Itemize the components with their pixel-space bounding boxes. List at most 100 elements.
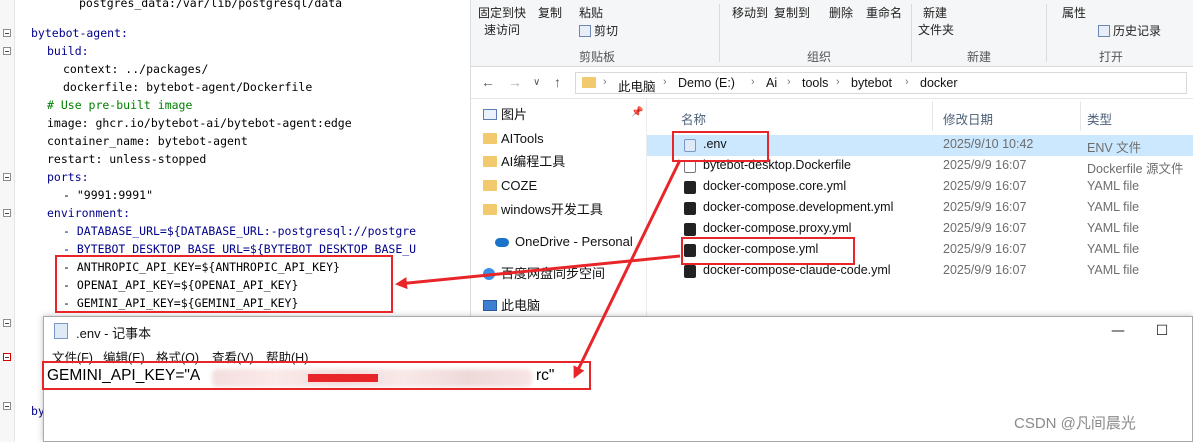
file-name: docker-compose.development.yml <box>703 200 894 214</box>
copy-to-button[interactable]: 复制到 <box>774 4 810 21</box>
menu-format[interactable]: 格式(O) <box>156 347 199 366</box>
properties-button[interactable]: 属性 <box>1062 4 1086 21</box>
fold-toggle-icon[interactable] <box>3 353 11 361</box>
maximize-button[interactable]: ☐ <box>1140 319 1184 343</box>
file-row[interactable]: docker-compose.core.yml 2025/9/9 16:07 Y… <box>647 177 1193 198</box>
fold-toggle-icon[interactable] <box>3 319 11 327</box>
menu-view[interactable]: 查看(V) <box>212 347 254 366</box>
env-file-icon <box>684 139 696 152</box>
menu-help[interactable]: 帮助(H) <box>266 347 308 366</box>
nav-item-ai-tools-cn[interactable]: AI编程工具 <box>483 152 565 172</box>
editor-gutter <box>0 0 15 442</box>
notepad-title-bar[interactable]: .env - 记事本 — ☐ <box>44 317 1192 345</box>
code-line: build: <box>47 44 89 58</box>
pin-quick-access-button[interactable]: 固定到快 <box>478 4 526 21</box>
address-bar: ← → ∨ ↑ › 此电脑 › Demo (E:) › Ai › tools ›… <box>471 68 1193 99</box>
column-divider[interactable] <box>1080 101 1081 131</box>
file-row[interactable]: bytebot-desktop.Dockerfile 2025/9/9 16:0… <box>647 156 1193 177</box>
file-date: 2025/9/9 16:07 <box>943 200 1027 214</box>
code-line: - BYTEBOT_DESKTOP_BASE_URL=${BYTEBOT_DES… <box>63 242 417 256</box>
code-comment: # Use pre-built image <box>47 98 193 112</box>
file-type: ENV 文件 <box>1087 141 1142 155</box>
file-date: 2025/9/9 16:07 <box>943 263 1027 277</box>
fold-toggle-icon[interactable] <box>3 47 11 55</box>
yaml-file-icon <box>684 223 696 236</box>
file-row[interactable]: docker-compose.proxy.yml 2025/9/9 16:07 … <box>647 219 1193 240</box>
breadcrumb-item[interactable]: bytebot <box>851 76 892 90</box>
pictures-icon <box>483 109 497 120</box>
copy-button[interactable]: 复制 <box>538 4 562 21</box>
window-title: .env - 记事本 <box>76 326 152 341</box>
onedrive-icon <box>495 238 509 247</box>
code-line: container_name: bytebot-agent <box>47 134 248 148</box>
text-area[interactable]: GEMINI_API_KEY="A <box>47 367 200 385</box>
code-line: environment: <box>47 206 131 220</box>
breadcrumb-separator-icon[interactable]: › <box>663 76 667 88</box>
fold-toggle-icon[interactable] <box>3 173 11 181</box>
breadcrumb-separator-icon[interactable]: › <box>836 76 840 88</box>
breadcrumb-item[interactable]: Demo (E:) <box>678 76 735 90</box>
breadcrumb-item[interactable]: tools <box>802 76 828 90</box>
code-line: image: ghcr.io/bytebot-ai/bytebot-agent:… <box>47 116 352 130</box>
file-type: YAML file <box>1087 179 1140 193</box>
column-header-type[interactable]: 类型 <box>1087 109 1112 128</box>
fold-toggle-icon[interactable] <box>3 209 11 217</box>
nav-item-aitools[interactable]: AITools <box>483 129 544 149</box>
cut-button[interactable]: 剪切 <box>579 22 618 39</box>
new-folder-button[interactable]: 新建 <box>923 4 947 21</box>
key-prefix: GEMINI_API_KEY="A <box>47 367 201 384</box>
file-type: YAML file <box>1087 200 1140 214</box>
move-to-button[interactable]: 移动到 <box>732 4 768 21</box>
breadcrumb-item[interactable]: Ai <box>766 76 777 90</box>
file-row[interactable]: .env 2025/9/10 10:42 ENV 文件 <box>647 135 1193 156</box>
file-row[interactable]: docker-compose.development.yml 2025/9/9 … <box>647 198 1193 219</box>
file-type: Dockerfile 源文件 <box>1087 162 1184 176</box>
file-row[interactable]: docker-compose-claude-code.yml 2025/9/9 … <box>647 261 1193 282</box>
group-label-open: 打开 <box>1099 50 1124 64</box>
rename-button[interactable]: 重命名 <box>866 4 902 21</box>
breadcrumb-separator-icon[interactable]: › <box>751 76 755 88</box>
column-divider[interactable] <box>932 101 933 131</box>
back-arrow-icon[interactable]: ← <box>481 74 495 90</box>
file-name: docker-compose-claude-code.yml <box>703 263 891 277</box>
breadcrumb-item[interactable]: docker <box>920 76 958 90</box>
menu-file[interactable]: 文件(F) <box>52 347 93 366</box>
paste-button[interactable]: 粘贴 <box>579 4 603 21</box>
file-type: YAML file <box>1087 242 1140 256</box>
file-row[interactable]: docker-compose.yml 2025/9/9 16:07 YAML f… <box>647 240 1193 261</box>
pin-icon[interactable]: 📌 <box>631 107 643 118</box>
breadcrumb[interactable]: › 此电脑 › Demo (E:) › Ai › tools › bytebot… <box>575 72 1187 94</box>
breadcrumb-separator-icon[interactable]: › <box>603 76 607 88</box>
menu-edit[interactable]: 编辑(E) <box>103 347 145 366</box>
delete-button[interactable]: 删除 <box>829 4 853 21</box>
key-suffix: rc" <box>536 367 555 384</box>
column-header-name[interactable]: 名称 <box>681 109 706 128</box>
breadcrumb-separator-icon[interactable]: › <box>905 76 909 88</box>
minimize-button[interactable]: — <box>1096 319 1140 343</box>
code-line: - DATABASE_URL=${DATABASE_URL:-postgresq… <box>63 224 417 238</box>
fold-toggle-icon[interactable] <box>3 402 11 410</box>
watermark: CSDN @凡间晨光 <box>1014 415 1136 432</box>
ribbon: 固定到快 速访问 复制 粘贴 剪切 剪贴板 移动到 复制到 删除 重命名 组织 … <box>471 0 1193 67</box>
breadcrumb-item[interactable]: 此电脑 <box>618 76 656 95</box>
forward-arrow-icon[interactable]: → <box>508 74 522 90</box>
breadcrumb-separator-icon[interactable]: › <box>787 76 791 88</box>
recent-chevron-down-icon[interactable]: ∨ <box>533 77 540 88</box>
new-folder-button-line2[interactable]: 文件夹 <box>918 21 954 38</box>
nav-item-baidu-sync[interactable]: 百度网盘同步空间 <box>483 264 605 284</box>
nav-item-coze[interactable]: COZE <box>483 176 537 196</box>
navigation-pane: 图片 📌 AITools AI编程工具 COZE windows开发工具 One… <box>471 99 647 318</box>
code-line: - "9991:9991" <box>63 188 154 202</box>
nav-item-windows-dev[interactable]: windows开发工具 <box>483 200 603 220</box>
nav-item-this-pc[interactable]: 此电脑 <box>483 296 540 316</box>
history-button[interactable]: 历史记录 <box>1098 22 1161 39</box>
code-line: postgres_data:/var/lib/postgresql/data <box>79 0 343 10</box>
baidu-netdisk-icon <box>483 268 495 280</box>
fold-toggle-icon[interactable] <box>3 29 11 37</box>
folder-icon <box>483 133 497 144</box>
pin-quick-access-button-line2[interactable]: 速访问 <box>484 21 520 38</box>
nav-item-pictures[interactable]: 图片 <box>483 105 527 125</box>
column-header-date[interactable]: 修改日期 <box>943 109 993 128</box>
nav-item-onedrive[interactable]: OneDrive - Personal <box>495 232 633 252</box>
up-arrow-icon[interactable]: ↑ <box>554 74 561 90</box>
